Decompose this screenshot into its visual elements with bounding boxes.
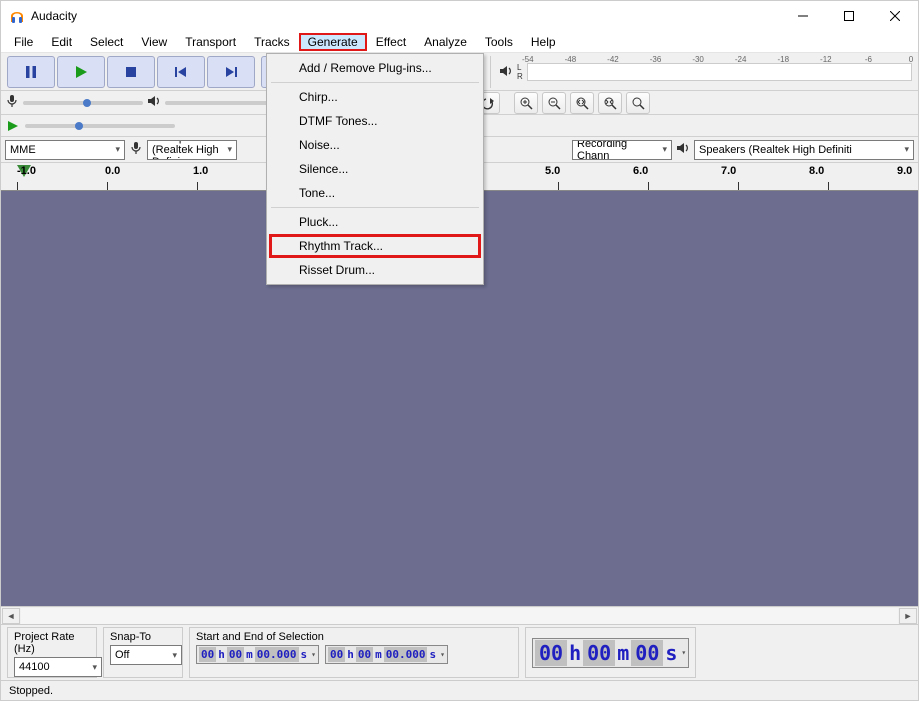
generate-menu-item[interactable]: Silence...: [269, 157, 481, 181]
playback-device-select[interactable]: Speakers (Realtek High Definiti: [694, 140, 914, 160]
skip-start-button[interactable]: [157, 56, 205, 88]
menu-select[interactable]: Select: [81, 33, 132, 51]
status-bar: Stopped.: [1, 680, 918, 700]
zoom-toggle-button[interactable]: [626, 92, 650, 114]
ruler-tick: 0.0: [105, 165, 120, 177]
titlebar: Audacity: [1, 1, 918, 31]
recording-channels-select[interactable]: Recording Chann: [572, 140, 672, 160]
skip-end-button[interactable]: [207, 56, 255, 88]
minimize-button[interactable]: [780, 1, 826, 31]
play-button[interactable]: [57, 56, 105, 88]
menu-analyze[interactable]: Analyze: [415, 33, 476, 51]
generate-menu-item[interactable]: Add / Remove Plug-ins...: [269, 56, 481, 80]
microphone-icon-2: [5, 94, 19, 111]
selection-end-time[interactable]: 00h 00m 00.000s▾: [325, 645, 448, 664]
playback-meter[interactable]: LR -54-48-42-36-30-24-18-12-60: [493, 63, 918, 81]
play-at-speed-slider[interactable]: [25, 124, 175, 128]
zoom-out-button[interactable]: [542, 92, 566, 114]
menu-tracks[interactable]: Tracks: [245, 33, 299, 51]
fit-selection-button[interactable]: [570, 92, 594, 114]
fit-project-button[interactable]: [598, 92, 622, 114]
generate-menu-item[interactable]: Risset Drum...: [269, 258, 481, 282]
meter-lr-label-play: LR: [517, 63, 523, 81]
pause-button[interactable]: [7, 56, 55, 88]
horizontal-scrollbar[interactable]: ◄ ►: [1, 606, 918, 624]
selection-toolbar: Project Rate (Hz) 44100 Snap-To Off Star…: [1, 624, 918, 680]
menu-view[interactable]: View: [132, 33, 176, 51]
snap-to-label: Snap-To: [110, 631, 176, 643]
microphone-icon-3: [129, 141, 143, 158]
ruler-tick: 6.0: [633, 165, 648, 177]
ruler-tick: 5.0: [545, 165, 560, 177]
generate-menu-item[interactable]: DTMF Tones...: [269, 109, 481, 133]
snap-to-select[interactable]: Off: [110, 645, 182, 665]
menu-file[interactable]: File: [5, 33, 42, 51]
maximize-button[interactable]: [826, 1, 872, 31]
selection-start-time[interactable]: 00h 00m 00.000s▾: [196, 645, 319, 664]
ruler-tick: -1.0: [17, 165, 36, 177]
recording-device-select[interactable]: Microphone (Realtek High Defini: [147, 140, 237, 160]
selection-label: Start and End of Selection: [196, 631, 512, 643]
menu-tools[interactable]: Tools: [476, 33, 522, 51]
menu-generate[interactable]: Generate: [299, 33, 367, 51]
generate-menu-item[interactable]: Noise...: [269, 133, 481, 157]
close-button[interactable]: [872, 1, 918, 31]
window-title: Audacity: [31, 9, 780, 23]
generate-menu-item[interactable]: Rhythm Track...: [269, 234, 481, 258]
ruler-tick: 1.0: [193, 165, 208, 177]
menu-effect[interactable]: Effect: [367, 33, 415, 51]
menu-edit[interactable]: Edit: [42, 33, 81, 51]
generate-menu-item[interactable]: Pluck...: [269, 210, 481, 234]
zoom-in-button[interactable]: [514, 92, 538, 114]
status-text: Stopped.: [9, 685, 53, 697]
app-logo: [9, 8, 25, 24]
scroll-right-button[interactable]: ►: [899, 608, 917, 624]
project-rate-label: Project Rate (Hz): [14, 631, 90, 655]
play-at-speed-button[interactable]: [5, 118, 21, 134]
generate-menu-item[interactable]: Chirp...: [269, 85, 481, 109]
stop-button[interactable]: [107, 56, 155, 88]
speaker-icon: [499, 64, 513, 80]
recording-volume-slider[interactable]: [23, 101, 143, 105]
ruler-tick: 8.0: [809, 165, 824, 177]
speaker-icon-2: [147, 94, 161, 111]
scroll-left-button[interactable]: ◄: [2, 608, 20, 624]
generate-menu-item[interactable]: Tone...: [269, 181, 481, 205]
ruler-tick: 7.0: [721, 165, 736, 177]
speaker-icon-3: [676, 141, 690, 158]
generate-menu-dropdown: Add / Remove Plug-ins... Chirp...DTMF Ton…: [266, 53, 484, 285]
ruler-tick: 9.0: [897, 165, 912, 177]
project-rate-select[interactable]: 44100: [14, 657, 102, 677]
menu-transport[interactable]: Transport: [176, 33, 245, 51]
playback-meter-scale[interactable]: -54-48-42-36-30-24-18-12-60: [527, 63, 912, 81]
audio-position-time[interactable]: 00h 00m 00s▾: [532, 638, 689, 668]
menu-help[interactable]: Help: [522, 33, 565, 51]
menubar: FileEditSelectViewTransportTracksGenerat…: [1, 31, 918, 53]
audio-host-select[interactable]: MME: [5, 140, 125, 160]
